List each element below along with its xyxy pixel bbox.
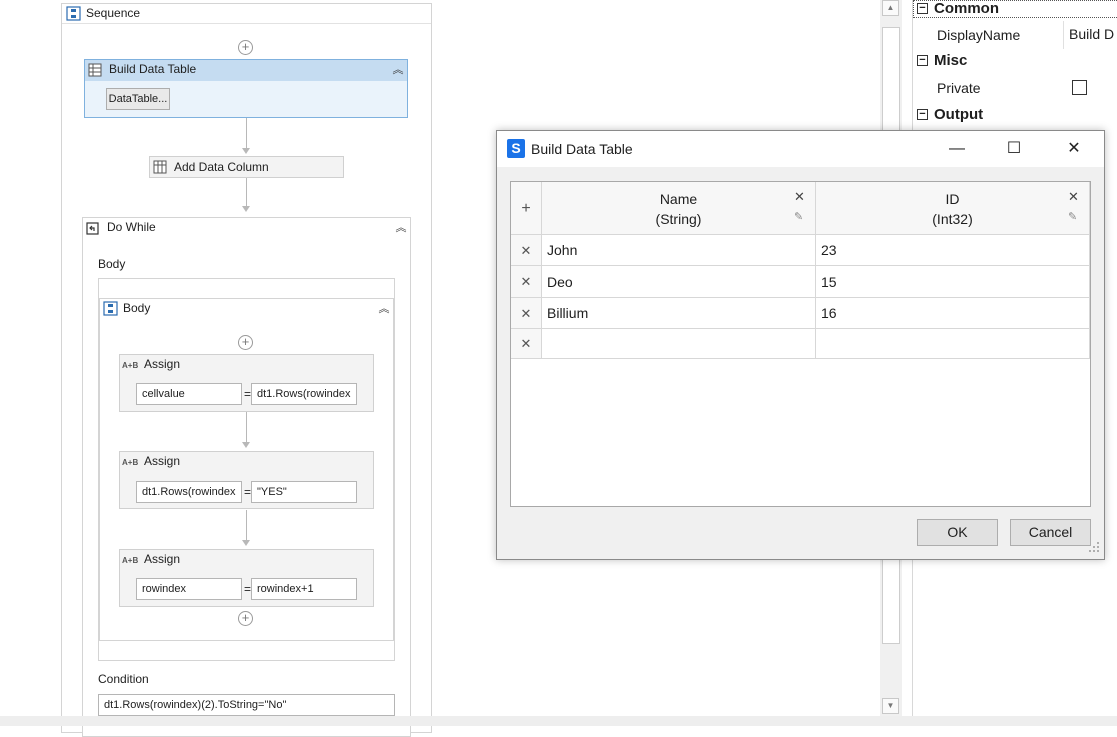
remove-column-icon[interactable]: ✕ — [1068, 189, 1079, 205]
collapse-misc-icon[interactable]: − — [917, 55, 928, 66]
loop-icon — [86, 222, 99, 235]
ok-button[interactable]: OK — [917, 519, 998, 546]
connector-line — [246, 178, 247, 206]
do-while-title: Do While — [107, 220, 156, 234]
sequence-title: Sequence — [86, 6, 141, 20]
connector-line — [246, 510, 247, 540]
sequence-icon — [103, 301, 118, 316]
assign-icon: A+B — [122, 556, 139, 565]
body-label: Body — [98, 257, 126, 271]
table-cell[interactable]: 15 — [816, 266, 1090, 298]
equals-sign: = — [244, 582, 252, 596]
category-misc[interactable]: Misc — [934, 52, 967, 69]
assign-title: Assign — [144, 454, 181, 468]
assign-icon: A+B — [122, 458, 139, 467]
collapse-icon[interactable]: ︽ — [378, 304, 390, 316]
assign-value-field[interactable]: "YES" — [251, 481, 357, 503]
arrow-down-icon — [242, 442, 250, 448]
condition-label: Condition — [98, 672, 149, 686]
connector-line — [246, 118, 247, 148]
equals-sign: = — [244, 485, 252, 499]
maximize-icon[interactable]: ☐ — [991, 134, 1037, 164]
data-table-icon — [88, 63, 102, 77]
column-type: (String) — [655, 211, 702, 227]
minimize-icon[interactable]: — — [934, 134, 980, 164]
add-activity-plus-icon[interactable]: + — [238, 611, 253, 626]
cancel-button[interactable]: Cancel — [1010, 519, 1091, 546]
table-cell[interactable]: Deo — [542, 266, 816, 298]
displayname-label: DisplayName — [937, 27, 1021, 43]
assign-title: Assign — [144, 357, 181, 371]
edit-column-icon[interactable]: ✎ — [794, 210, 803, 223]
column-divider — [1063, 21, 1064, 49]
column-name: ID — [945, 191, 960, 207]
add-data-column-title: Add Data Column — [174, 160, 269, 174]
arrow-down-icon — [242, 148, 250, 154]
assign-icon: A+B — [122, 361, 139, 370]
column-type: (Int32) — [932, 211, 973, 227]
table-cell[interactable]: John — [542, 235, 816, 266]
collapse-icon[interactable]: ︽ — [395, 223, 407, 235]
category-output[interactable]: Output — [934, 106, 983, 123]
column-name: Name — [659, 191, 698, 207]
displayname-value[interactable]: Build D — [1069, 26, 1114, 42]
table-cell[interactable]: Billium — [542, 298, 816, 329]
table-cell[interactable]: 16 — [816, 298, 1090, 329]
studio-logo-icon: S — [507, 139, 525, 158]
datatable-button[interactable]: DataTable... — [106, 88, 170, 110]
remove-row-icon[interactable]: ✕ — [511, 266, 542, 298]
table-cell[interactable] — [542, 329, 816, 359]
close-icon[interactable]: ✕ — [1051, 134, 1097, 164]
add-activity-plus-icon[interactable]: + — [238, 40, 253, 55]
table-cell[interactable] — [816, 329, 1090, 359]
assign-to-field[interactable]: rowindex — [136, 578, 242, 600]
build-data-table-title: Build Data Table — [109, 62, 197, 76]
remove-row-icon[interactable]: ✕ — [511, 298, 542, 329]
private-checkbox[interactable] — [1072, 80, 1087, 95]
inner-body-title: Body — [123, 301, 151, 315]
resize-grip-icon[interactable] — [1088, 541, 1100, 553]
assign-title: Assign — [144, 552, 181, 566]
edit-column-icon[interactable]: ✎ — [1068, 210, 1077, 223]
collapse-output-icon[interactable]: − — [917, 109, 928, 120]
column-header-name[interactable]: Name (String) — [542, 182, 816, 235]
sequence-icon — [66, 6, 81, 21]
assign-value-field[interactable]: rowindex+1 — [251, 578, 357, 600]
remove-column-icon[interactable]: ✕ — [794, 189, 805, 205]
connector-line — [246, 412, 247, 442]
add-column-button[interactable]: + — [511, 182, 542, 235]
remove-row-icon[interactable]: ✕ — [511, 329, 542, 359]
equals-sign: = — [244, 387, 252, 401]
column-header-id[interactable]: ID (Int32) — [816, 182, 1090, 235]
category-common[interactable]: Common — [934, 0, 999, 17]
condition-field[interactable]: dt1.Rows(rowindex)(2).ToString="No" — [98, 694, 395, 716]
dialog-title: Build Data Table — [531, 141, 633, 157]
scroll-up-icon[interactable]: ▲ — [882, 0, 899, 16]
add-activity-plus-icon[interactable]: + — [238, 335, 253, 350]
assign-to-field[interactable]: cellvalue — [136, 383, 242, 405]
scroll-down-icon[interactable]: ▼ — [882, 698, 899, 714]
remove-row-icon[interactable]: ✕ — [511, 235, 542, 266]
arrow-down-icon — [242, 540, 250, 546]
add-column-icon — [153, 160, 167, 174]
status-strip — [0, 716, 1117, 726]
assign-to-field[interactable]: dt1.Rows(rowindex — [136, 481, 242, 503]
table-cell[interactable]: 23 — [816, 235, 1090, 266]
collapse-common-icon[interactable]: − — [917, 3, 928, 14]
assign-value-field[interactable]: dt1.Rows(rowindex — [251, 383, 357, 405]
private-label: Private — [937, 80, 981, 96]
arrow-down-icon — [242, 206, 250, 212]
collapse-icon[interactable]: ︽ — [392, 65, 404, 77]
